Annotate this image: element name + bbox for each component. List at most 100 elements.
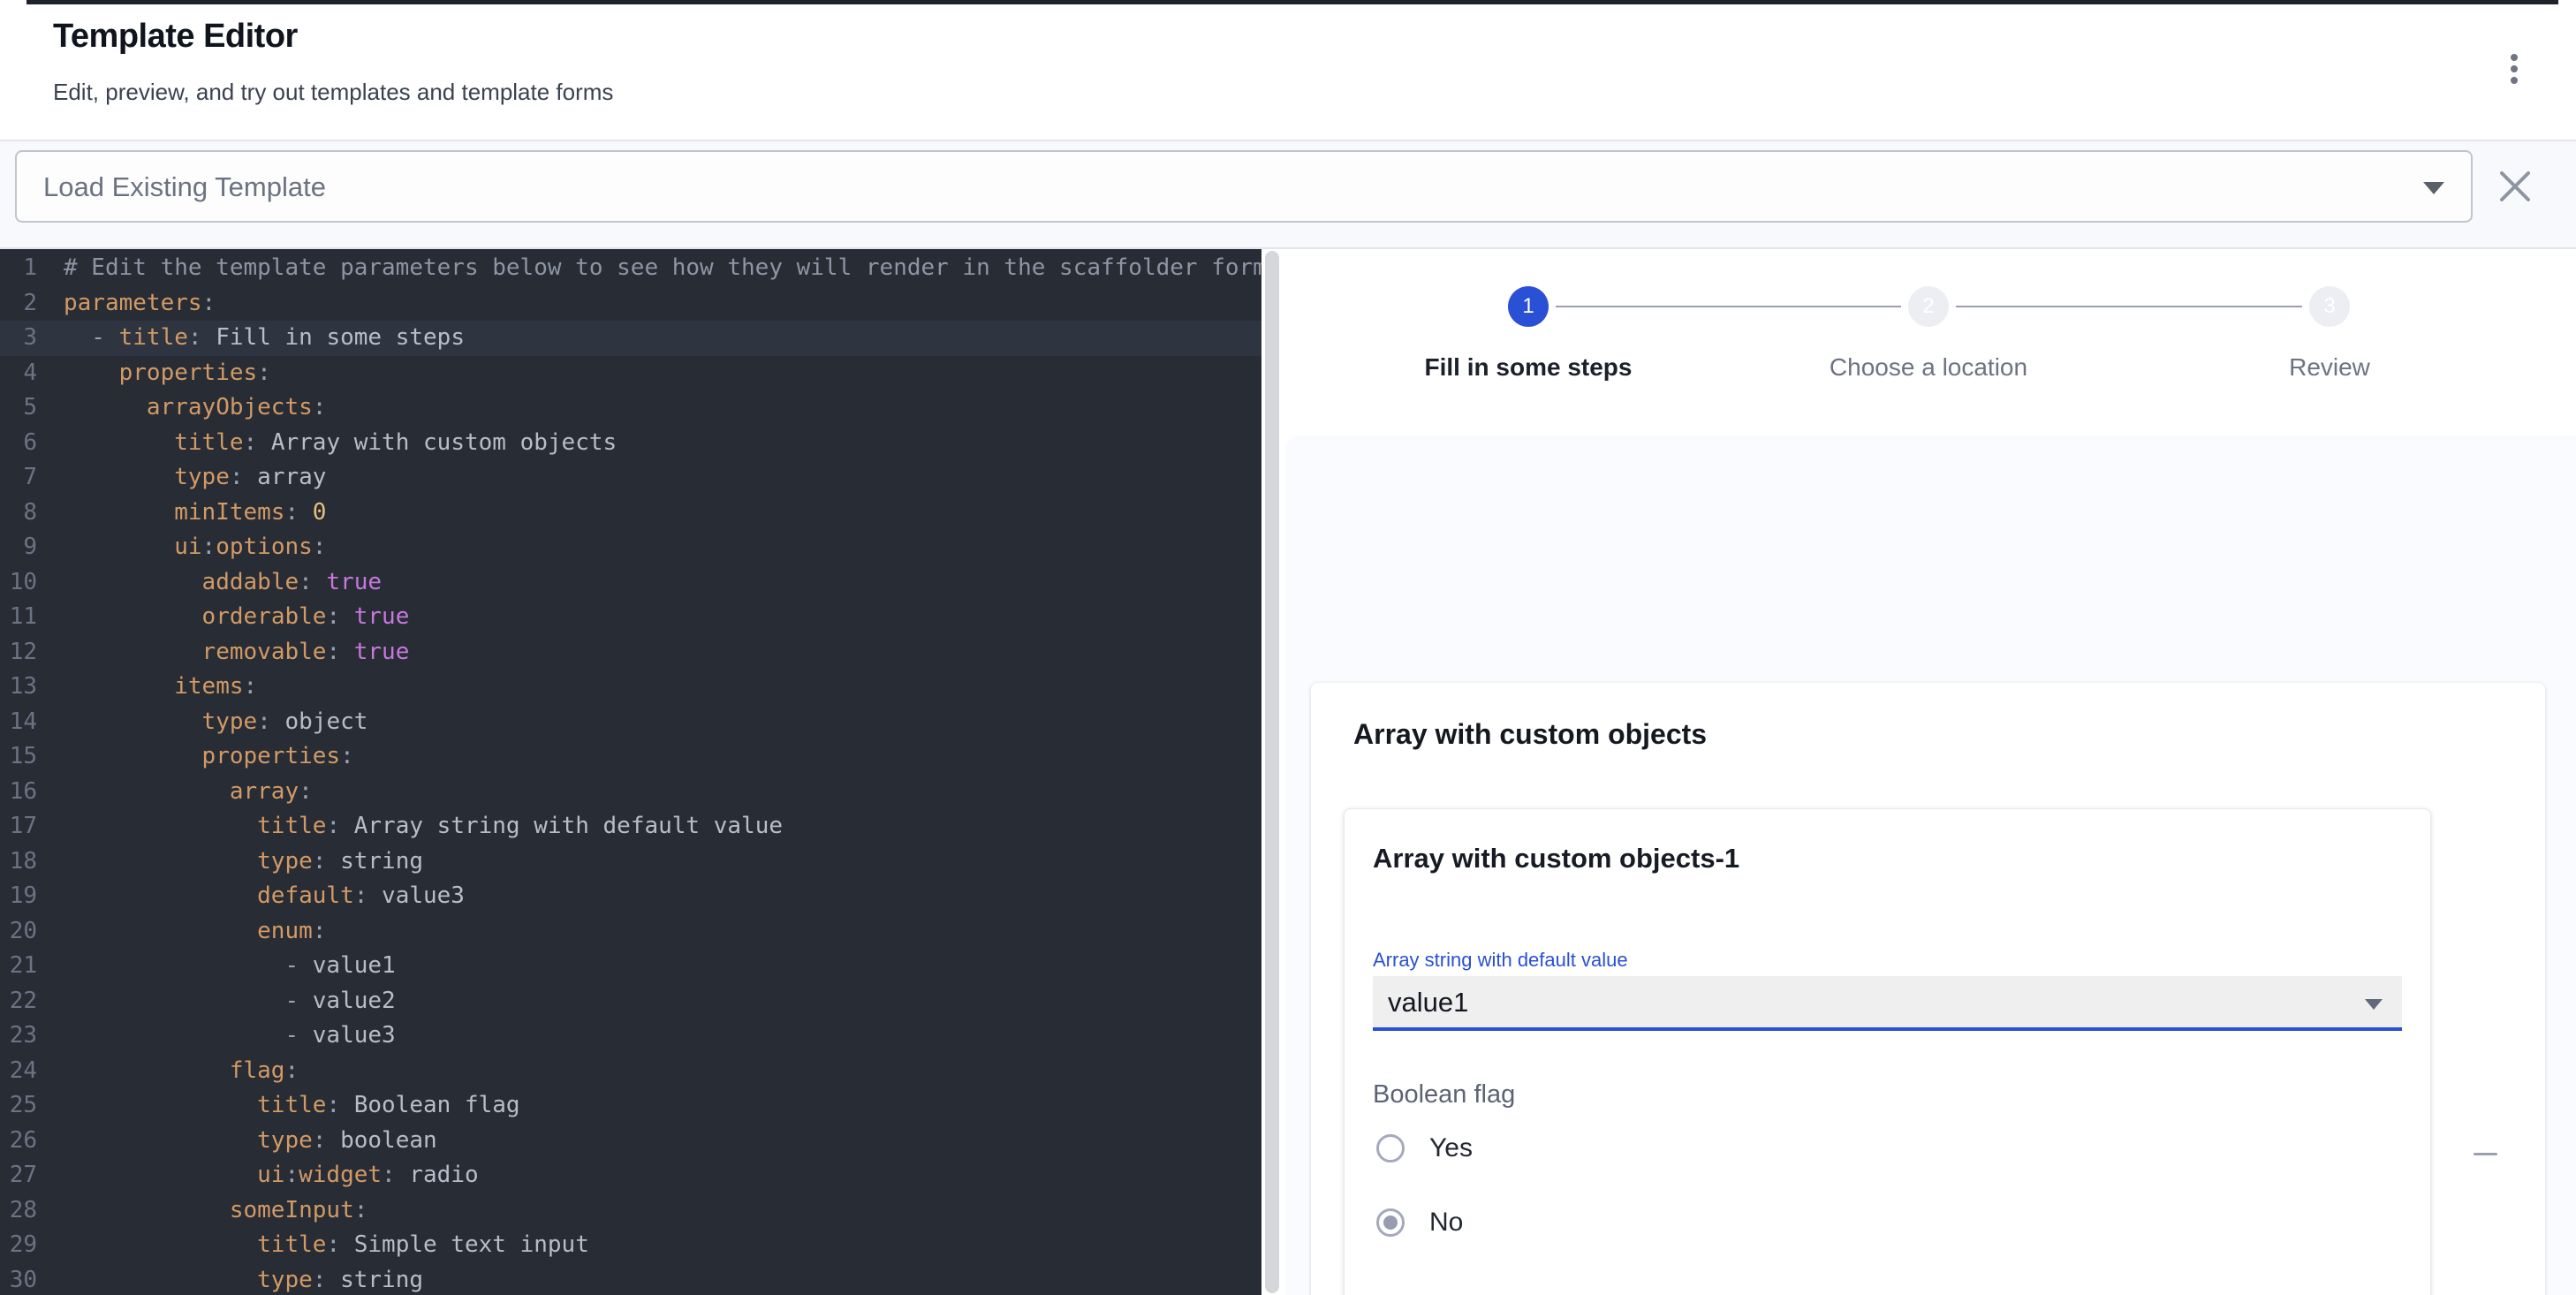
array-item-card: Array with custom objects-1 Array string… — [1344, 808, 2431, 1295]
code-line[interactable]: 21 - value1 — [0, 949, 1261, 984]
code-line[interactable]: 1# Edit the template parameters below to… — [0, 251, 1261, 286]
code-line[interactable]: 28 someInput: — [0, 1193, 1261, 1229]
chevron-down-icon — [2365, 999, 2383, 1010]
radio-option-label: No — [1429, 1208, 1463, 1238]
code-line[interactable]: 5 arrayObjects: — [0, 390, 1261, 426]
code-line[interactable]: 10 addable: true — [0, 565, 1261, 601]
code-text: properties: — [49, 739, 354, 775]
code-line[interactable]: 7 type: array — [0, 460, 1261, 496]
array-string-select[interactable]: value1 — [1373, 976, 2402, 1031]
page-title: Template Editor — [53, 18, 298, 56]
code-text: minItems: 0 — [49, 496, 326, 531]
code-text: - value2 — [49, 984, 396, 1019]
kebab-menu-icon — [2511, 54, 2518, 61]
code-line[interactable]: 26 type: boolean — [0, 1124, 1261, 1159]
code-line[interactable]: 2parameters: — [0, 286, 1261, 322]
load-select-placeholder: Load Existing Template — [43, 171, 326, 203]
line-number: 19 — [0, 879, 49, 914]
load-template-bar: Load Existing Template — [0, 141, 2576, 249]
line-number: 10 — [0, 565, 49, 601]
line-number: 14 — [0, 705, 49, 740]
form-card: Array with custom objects Array with cus… — [1311, 683, 2545, 1295]
code-line[interactable]: 12 removable: true — [0, 635, 1261, 670]
step-label-2: Choose a location — [1743, 353, 2114, 382]
code-line[interactable]: 25 title: Boolean flag — [0, 1088, 1261, 1124]
code-lines: 1# Edit the template parameters below to… — [0, 251, 1261, 1295]
code-text: parameters: — [49, 286, 216, 322]
step-label-3: Review — [2144, 353, 2515, 382]
code-line[interactable]: 14 type: object — [0, 705, 1261, 740]
preview-panel: 1Fill in some steps2Choose a location3Re… — [1285, 249, 2576, 1295]
code-line[interactable]: 13 items: — [0, 670, 1261, 705]
more-options-button[interactable] — [2502, 50, 2527, 96]
step-label-1: Fill in some steps — [1343, 353, 1714, 382]
code-line[interactable]: 15 properties: — [0, 739, 1261, 775]
line-number: 29 — [0, 1228, 49, 1263]
radio-option-label: Yes — [1429, 1133, 1473, 1163]
code-line[interactable]: 29 title: Simple text input — [0, 1228, 1261, 1263]
form-panel-background: Array with custom objects Array with cus… — [1285, 435, 2576, 1295]
close-button[interactable] — [2495, 166, 2535, 207]
code-line[interactable]: 30 type: string — [0, 1263, 1261, 1295]
code-line[interactable]: 16 array: — [0, 775, 1261, 810]
line-number: 27 — [0, 1158, 49, 1193]
radio-group-label: Boolean flag — [1373, 1080, 2402, 1109]
code-text: title: Array string with default value — [49, 809, 783, 844]
code-text: title: Boolean flag — [49, 1088, 520, 1124]
editor-pane: 1# Edit the template parameters below to… — [0, 249, 1285, 1295]
code-line[interactable]: 4 properties: — [0, 356, 1261, 391]
radio-checked-icon — [1376, 1208, 1405, 1237]
form-section-title: Array with custom objects — [1353, 718, 1707, 751]
code-line[interactable]: 6 title: Array with custom objects — [0, 426, 1261, 461]
code-line[interactable]: 18 type: string — [0, 844, 1261, 880]
code-line[interactable]: 8 minItems: 0 — [0, 496, 1261, 531]
code-text: default: value3 — [49, 879, 465, 914]
code-text: items: — [49, 670, 257, 705]
line-number: 9 — [0, 530, 49, 565]
remove-array-item-button[interactable] — [2464, 1132, 2506, 1175]
editor-scrollbar-thumb[interactable] — [1265, 251, 1279, 1293]
code-text: removable: true — [49, 635, 409, 670]
page-subtitle: Edit, preview, and try out templates and… — [53, 79, 613, 106]
code-text: properties: — [49, 356, 271, 391]
line-number: 21 — [0, 949, 49, 984]
code-line[interactable]: 22 - value2 — [0, 984, 1261, 1019]
minus-icon — [2474, 1153, 2497, 1155]
line-number: 8 — [0, 496, 49, 531]
code-text: enum: — [49, 914, 326, 950]
code-line[interactable]: 3 - title: Fill in some steps — [0, 321, 1261, 356]
code-line[interactable]: 11 orderable: true — [0, 600, 1261, 635]
code-text: orderable: true — [49, 600, 409, 635]
code-text: - title: Fill in some steps — [49, 321, 465, 356]
load-existing-template-select[interactable]: Load Existing Template — [15, 150, 2473, 223]
radio-option-no[interactable]: No — [1373, 1201, 2402, 1244]
code-line[interactable]: 20 enum: — [0, 914, 1261, 950]
wizard-stepper: 1Fill in some steps2Choose a location3Re… — [1285, 249, 2576, 435]
line-number: 7 — [0, 460, 49, 496]
code-text: title: Array with custom objects — [49, 426, 617, 461]
code-line[interactable]: 24 flag: — [0, 1054, 1261, 1089]
code-text: arrayObjects: — [49, 390, 326, 426]
line-number: 12 — [0, 635, 49, 670]
template-editor-page: Template Editor Edit, preview, and try o… — [0, 0, 2576, 1295]
code-text: array: — [49, 775, 313, 810]
select-field-label: Array string with default value — [1373, 949, 2402, 972]
code-line[interactable]: 27 ui:widget: radio — [0, 1158, 1261, 1193]
code-editor[interactable]: 1# Edit the template parameters below to… — [0, 249, 1261, 1295]
page-header: Template Editor Edit, preview, and try o… — [0, 4, 2576, 141]
line-number: 20 — [0, 914, 49, 950]
radio-unchecked-icon — [1376, 1134, 1405, 1162]
line-number: 30 — [0, 1263, 49, 1295]
line-number: 28 — [0, 1193, 49, 1229]
code-text: - value1 — [49, 949, 396, 984]
code-line[interactable]: 9 ui:options: — [0, 530, 1261, 565]
code-text: # Edit the template parameters below to … — [49, 251, 1261, 286]
step-connector — [1556, 306, 1901, 307]
radio-option-yes[interactable]: Yes — [1373, 1127, 2402, 1170]
code-text: - value3 — [49, 1019, 396, 1054]
line-number: 22 — [0, 984, 49, 1019]
line-number: 18 — [0, 844, 49, 880]
code-line[interactable]: 19 default: value3 — [0, 879, 1261, 914]
code-line[interactable]: 17 title: Array string with default valu… — [0, 809, 1261, 844]
code-line[interactable]: 23 - value3 — [0, 1019, 1261, 1054]
